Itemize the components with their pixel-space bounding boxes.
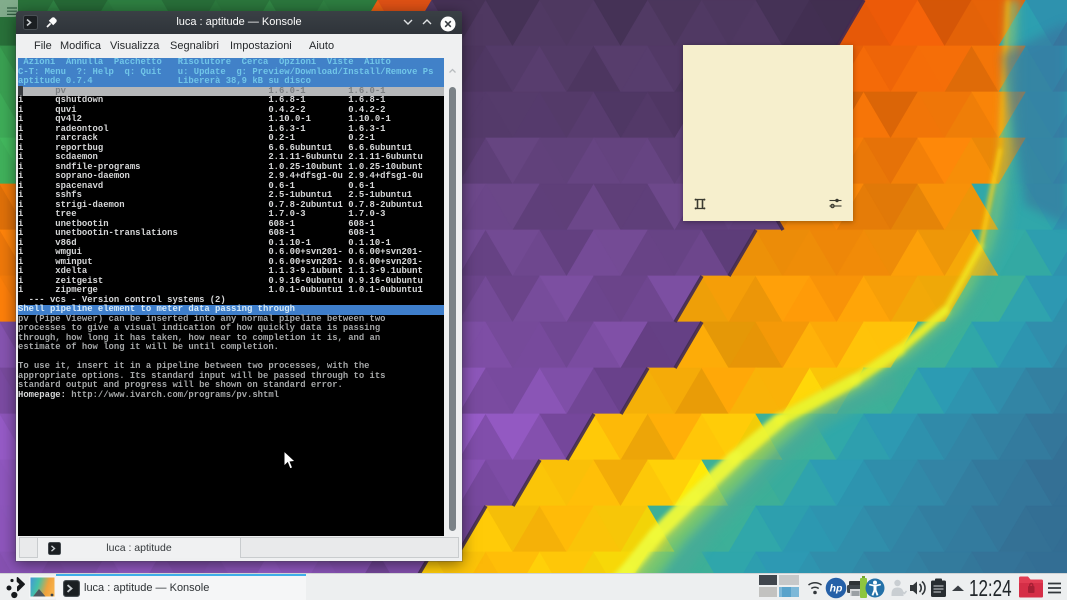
svg-text:hp: hp bbox=[830, 583, 843, 595]
